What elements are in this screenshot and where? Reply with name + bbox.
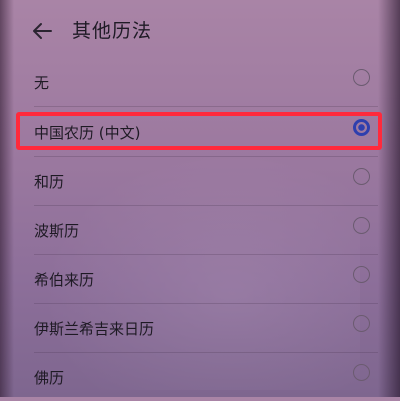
app-header: 其他历法 [0, 0, 400, 58]
option-label: 希伯来历 [34, 271, 95, 289]
radio-button[interactable] [353, 217, 370, 234]
option-label: 波斯历 [34, 222, 80, 240]
radio-button[interactable] [353, 69, 370, 86]
calendar-option-islamic[interactable]: 伊斯兰希吉来日历 [22, 304, 380, 352]
option-label: 无 [34, 74, 50, 92]
calendar-option-none[interactable]: 无 [22, 58, 380, 106]
device-bezel-left [0, 0, 14, 397]
calendar-option-buddhist[interactable]: 佛历 [22, 353, 380, 401]
option-label: 伊斯兰希吉来日历 [34, 320, 155, 338]
device-bezel-right [378, 0, 400, 397]
back-button[interactable] [28, 18, 56, 44]
radio-button[interactable] [353, 266, 370, 283]
page-title: 其他历法 [72, 20, 153, 42]
option-label: 佛历 [34, 369, 65, 387]
option-label: 和历 [34, 173, 65, 191]
radio-button[interactable] [353, 364, 370, 381]
radio-button[interactable] [353, 315, 370, 332]
calendar-option-japanese[interactable]: 和历 [22, 157, 380, 205]
calendar-option-persian[interactable]: 波斯历 [22, 206, 380, 254]
radio-button[interactable] [353, 168, 370, 185]
calendar-option-hebrew[interactable]: 希伯来历 [22, 255, 380, 303]
back-arrow-icon [33, 23, 52, 39]
divider [34, 106, 378, 107]
highlight-box [16, 112, 382, 150]
